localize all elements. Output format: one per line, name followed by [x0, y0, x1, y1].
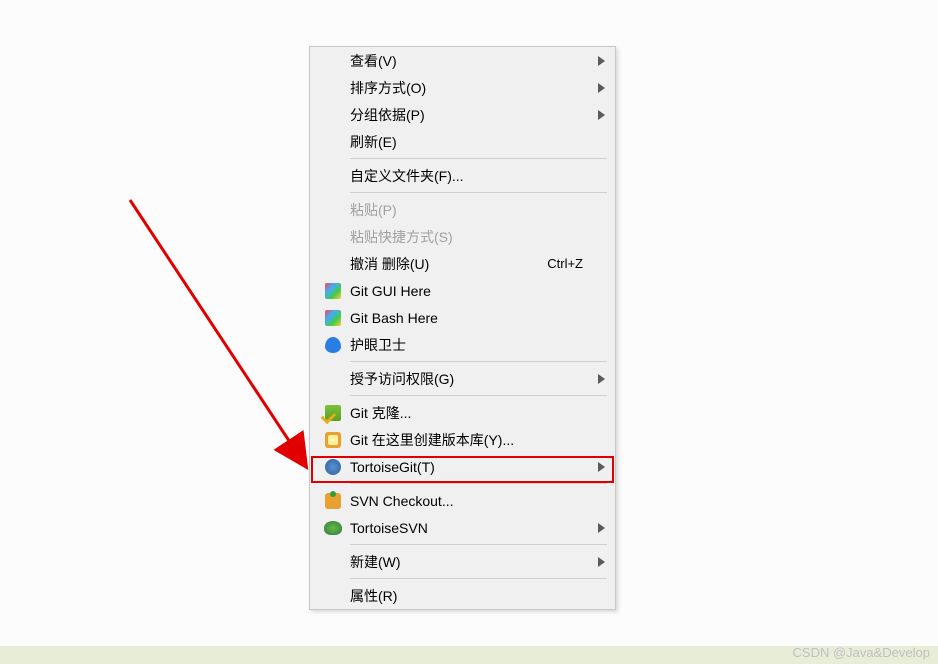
menu-eye-guard[interactable]: 护眼卫士: [310, 331, 615, 358]
chevron-right-icon: [598, 110, 605, 120]
git-icon: [316, 283, 350, 299]
menu-properties[interactable]: 属性(R): [310, 582, 615, 609]
menu-label: TortoiseGit(T): [350, 459, 607, 475]
menu-label: 自定义文件夹(F)...: [350, 166, 607, 186]
divider: [350, 395, 607, 396]
menu-label: 粘贴(P): [350, 200, 607, 220]
menu-label: 撤消 删除(U): [350, 254, 547, 274]
menu-tortoise-svn[interactable]: TortoiseSVN: [310, 514, 615, 541]
menu-label: 护眼卫士: [350, 335, 607, 355]
shield-icon: [316, 337, 350, 353]
menu-paste-shortcut: 粘贴快捷方式(S): [310, 223, 615, 250]
menu-label: 排序方式(O): [350, 78, 607, 98]
menu-label: 刷新(E): [350, 132, 607, 152]
menu-git-gui-here[interactable]: Git GUI Here: [310, 277, 615, 304]
menu-git-create-repo[interactable]: Git 在这里创建版本库(Y)...: [310, 426, 615, 453]
menu-new[interactable]: 新建(W): [310, 548, 615, 575]
menu-label: 授予访问权限(G): [350, 369, 607, 389]
clone-icon: [316, 405, 350, 421]
menu-label: SVN Checkout...: [350, 493, 607, 509]
menu-label: TortoiseSVN: [350, 520, 607, 536]
menu-tortoise-git[interactable]: TortoiseGit(T): [310, 453, 615, 480]
svn-checkout-icon: [316, 493, 350, 509]
arrow-annotation-icon: [120, 190, 340, 480]
tortoisegit-icon: [316, 459, 350, 475]
git-icon: [316, 310, 350, 326]
menu-git-bash-here[interactable]: Git Bash Here: [310, 304, 615, 331]
menu-sort[interactable]: 排序方式(O): [310, 74, 615, 101]
menu-label: 查看(V): [350, 51, 607, 71]
menu-label: 分组依据(P): [350, 105, 607, 125]
menu-label: Git GUI Here: [350, 283, 607, 299]
divider: [350, 578, 607, 579]
menu-refresh[interactable]: 刷新(E): [310, 128, 615, 155]
menu-label: 属性(R): [350, 586, 607, 606]
menu-svn-checkout[interactable]: SVN Checkout...: [310, 487, 615, 514]
menu-grant-access[interactable]: 授予访问权限(G): [310, 365, 615, 392]
watermark: CSDN @Java&Develop: [793, 645, 930, 660]
context-menu: 查看(V) 排序方式(O) 分组依据(P) 刷新(E) 自定义文件夹(F)...…: [309, 46, 616, 610]
menu-label: Git Bash Here: [350, 310, 607, 326]
menu-label: Git 在这里创建版本库(Y)...: [350, 430, 607, 450]
divider: [350, 192, 607, 193]
divider: [350, 158, 607, 159]
divider: [350, 361, 607, 362]
chevron-right-icon: [598, 557, 605, 567]
menu-git-clone[interactable]: Git 克隆...: [310, 399, 615, 426]
menu-customize-folder[interactable]: 自定义文件夹(F)...: [310, 162, 615, 189]
chevron-right-icon: [598, 374, 605, 384]
divider: [350, 544, 607, 545]
chevron-right-icon: [598, 462, 605, 472]
menu-paste: 粘贴(P): [310, 196, 615, 223]
chevron-right-icon: [598, 523, 605, 533]
menu-view[interactable]: 查看(V): [310, 47, 615, 74]
divider: [350, 483, 607, 484]
shortcut: Ctrl+Z: [547, 256, 583, 271]
chevron-right-icon: [598, 83, 605, 93]
repository-icon: [316, 432, 350, 448]
tortoisesvn-icon: [316, 521, 350, 535]
menu-group[interactable]: 分组依据(P): [310, 101, 615, 128]
menu-label: 粘贴快捷方式(S): [350, 227, 607, 247]
menu-undo-delete[interactable]: 撤消 删除(U) Ctrl+Z: [310, 250, 615, 277]
chevron-right-icon: [598, 56, 605, 66]
menu-label: Git 克隆...: [350, 403, 607, 423]
menu-label: 新建(W): [350, 552, 607, 572]
